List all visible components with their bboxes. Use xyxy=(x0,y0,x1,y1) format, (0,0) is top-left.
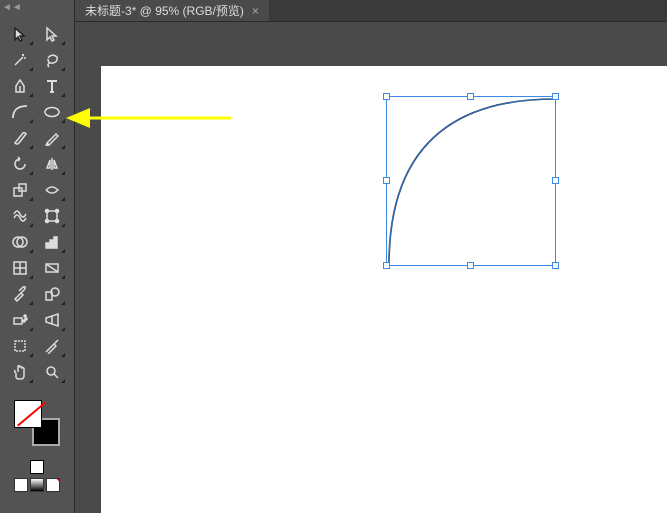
fill-stroke-swatch[interactable] xyxy=(0,392,74,458)
handle-mid-left[interactable] xyxy=(383,177,390,184)
lasso-tool[interactable] xyxy=(38,48,66,72)
document-tab[interactable]: 未标题-3* @ 95% (RGB/预览) × xyxy=(75,0,269,21)
slice-tool[interactable] xyxy=(38,334,66,358)
eyedropper-tool[interactable] xyxy=(6,282,34,306)
pen-tool[interactable] xyxy=(6,74,34,98)
pencil-tool[interactable] xyxy=(38,126,66,150)
artboard-tool[interactable] xyxy=(6,334,34,358)
direct-selection-tool[interactable] xyxy=(38,22,66,46)
handle-bottom-left[interactable] xyxy=(383,262,390,269)
perspective-tool[interactable] xyxy=(38,308,66,332)
width-tool[interactable] xyxy=(38,178,66,202)
color-mode-row xyxy=(0,476,74,498)
workspace[interactable] xyxy=(75,22,667,513)
color-mode-solid[interactable] xyxy=(14,478,28,492)
magic-wand-tool[interactable] xyxy=(6,48,34,72)
handle-mid-right[interactable] xyxy=(552,177,559,184)
panel-collapse-handle[interactable]: ◄◄ xyxy=(2,2,22,13)
zoom-tool[interactable] xyxy=(38,360,66,384)
document-tab-title: 未标题-3* @ 95% (RGB/预览) xyxy=(85,2,244,19)
mesh-tool[interactable] xyxy=(6,256,34,280)
gradient-tool[interactable] xyxy=(38,256,66,280)
fill-swatch[interactable] xyxy=(14,400,42,428)
tiny-swap-icon[interactable] xyxy=(30,460,44,474)
graph-tool[interactable] xyxy=(38,230,66,254)
type-tool[interactable] xyxy=(38,74,66,98)
shape-builder-tool[interactable] xyxy=(6,230,34,254)
free-transform-tool[interactable] xyxy=(38,204,66,228)
rotate-tool[interactable] xyxy=(6,152,34,176)
scale-tool[interactable] xyxy=(6,178,34,202)
handle-top-left[interactable] xyxy=(383,93,390,100)
arc-tool[interactable] xyxy=(6,100,34,124)
blend-tool[interactable] xyxy=(38,282,66,306)
document-tab-bar: 未标题-3* @ 95% (RGB/预览) × xyxy=(75,0,667,22)
warp-tool[interactable] xyxy=(6,204,34,228)
color-mode-none[interactable] xyxy=(46,478,60,492)
arc-object[interactable] xyxy=(387,97,557,267)
artboard-canvas[interactable] xyxy=(101,66,667,513)
hand-tool[interactable] xyxy=(6,360,34,384)
selection-tool[interactable] xyxy=(6,22,34,46)
handle-top-mid[interactable] xyxy=(467,93,474,100)
ellipse-tool[interactable] xyxy=(38,100,66,124)
handle-bottom-mid[interactable] xyxy=(467,262,474,269)
close-icon[interactable]: × xyxy=(252,4,259,18)
reflect-tool[interactable] xyxy=(38,152,66,176)
handle-bottom-right[interactable] xyxy=(552,262,559,269)
symbol-spray-tool[interactable] xyxy=(6,308,34,332)
color-mode-gradient[interactable] xyxy=(30,478,44,492)
brush-tool[interactable] xyxy=(6,126,34,150)
tools-panel xyxy=(0,0,75,513)
handle-top-right[interactable] xyxy=(552,93,559,100)
selection-bounding-box[interactable] xyxy=(386,96,556,266)
